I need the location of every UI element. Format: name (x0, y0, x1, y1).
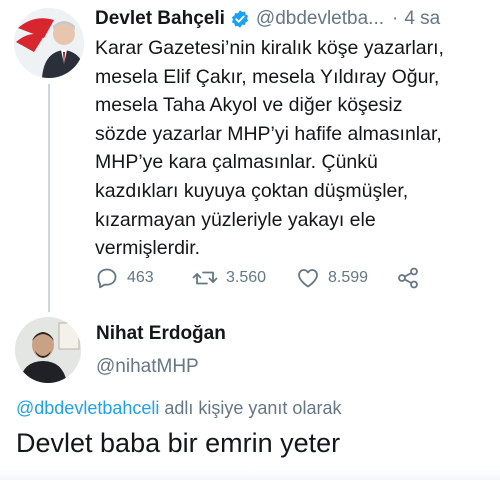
tweet-timestamp[interactable]: 4 sa (404, 8, 440, 30)
retweet-count: 3.560 (226, 269, 267, 286)
tweet-text-line: vermişlerdir. (95, 237, 201, 260)
reply-button[interactable]: 463 (95, 266, 154, 290)
reply-author-handle[interactable]: @nihatMHP (96, 356, 199, 378)
tweet-text-line: kızarmayan yüzleriyle yakayı ele (95, 208, 376, 231)
avatar-portrait-image (14, 8, 84, 78)
original-tweet[interactable]: Devlet Bahçeli @dbdevletba... · 4 sa Kar… (0, 0, 500, 312)
verified-badge-icon (230, 9, 250, 29)
author-handle[interactable]: @dbdevletba... (256, 8, 384, 30)
tweet-actions: 463 3.560 8.599 (95, 264, 425, 292)
cropped-next-row (0, 470, 500, 480)
retweet-button[interactable]: 3.560 (192, 266, 266, 290)
avatar-portrait-image (15, 317, 81, 383)
tweet-text-line: mesela Taha Akyol ve diğer köşesiz (95, 94, 403, 117)
thread-connector-line (48, 84, 50, 312)
tweet-text-line: kazdıkları kuyuya çoktan düşmüşler, (95, 179, 409, 202)
author-avatar[interactable] (14, 8, 84, 78)
reply-author-name[interactable]: Nihat Erdoğan (96, 323, 226, 345)
reply-icon (97, 268, 117, 289)
tweet-text-line: mesela Elif Çakır, mesela Yıldıray Oğur, (95, 65, 440, 88)
reply-author-avatar[interactable] (15, 317, 81, 383)
tweet-text-line: MHP’ye kara çalmasınlar. Çünkü (95, 151, 378, 174)
tweet-text-line: Karar Gazetesi’nin kiralık köşe yazarlar… (95, 37, 444, 59)
share-icon (398, 267, 418, 289)
tweet-text: Karar Gazetesi’nin kiralık köşe yazarlar… (95, 34, 495, 263)
like-button[interactable]: 8.599 (296, 266, 368, 290)
share-button[interactable] (396, 266, 420, 290)
author-name[interactable]: Devlet Bahçeli (95, 8, 225, 30)
tweet-header: Devlet Bahçeli @dbdevletba... · 4 sa (95, 6, 440, 32)
heart-icon (298, 269, 318, 288)
replying-to: @dbdevletbahceli adlı kişiye yanıt olara… (16, 398, 341, 419)
retweet-icon (192, 271, 218, 285)
like-count: 8.599 (328, 269, 369, 286)
reply-to-label: adlı kişiye yanıt olarak (159, 398, 342, 418)
reply-count: 463 (127, 269, 154, 286)
tweet-text-line: sözde yazarlar MHP’yi hafife almasınlar, (95, 122, 442, 145)
reply-to-mention-link[interactable]: @dbdevletbahceli (16, 398, 159, 418)
reply-tweet-text: Devlet baba bir emrin yeter (16, 428, 341, 458)
separator-dot: · (392, 8, 399, 29)
